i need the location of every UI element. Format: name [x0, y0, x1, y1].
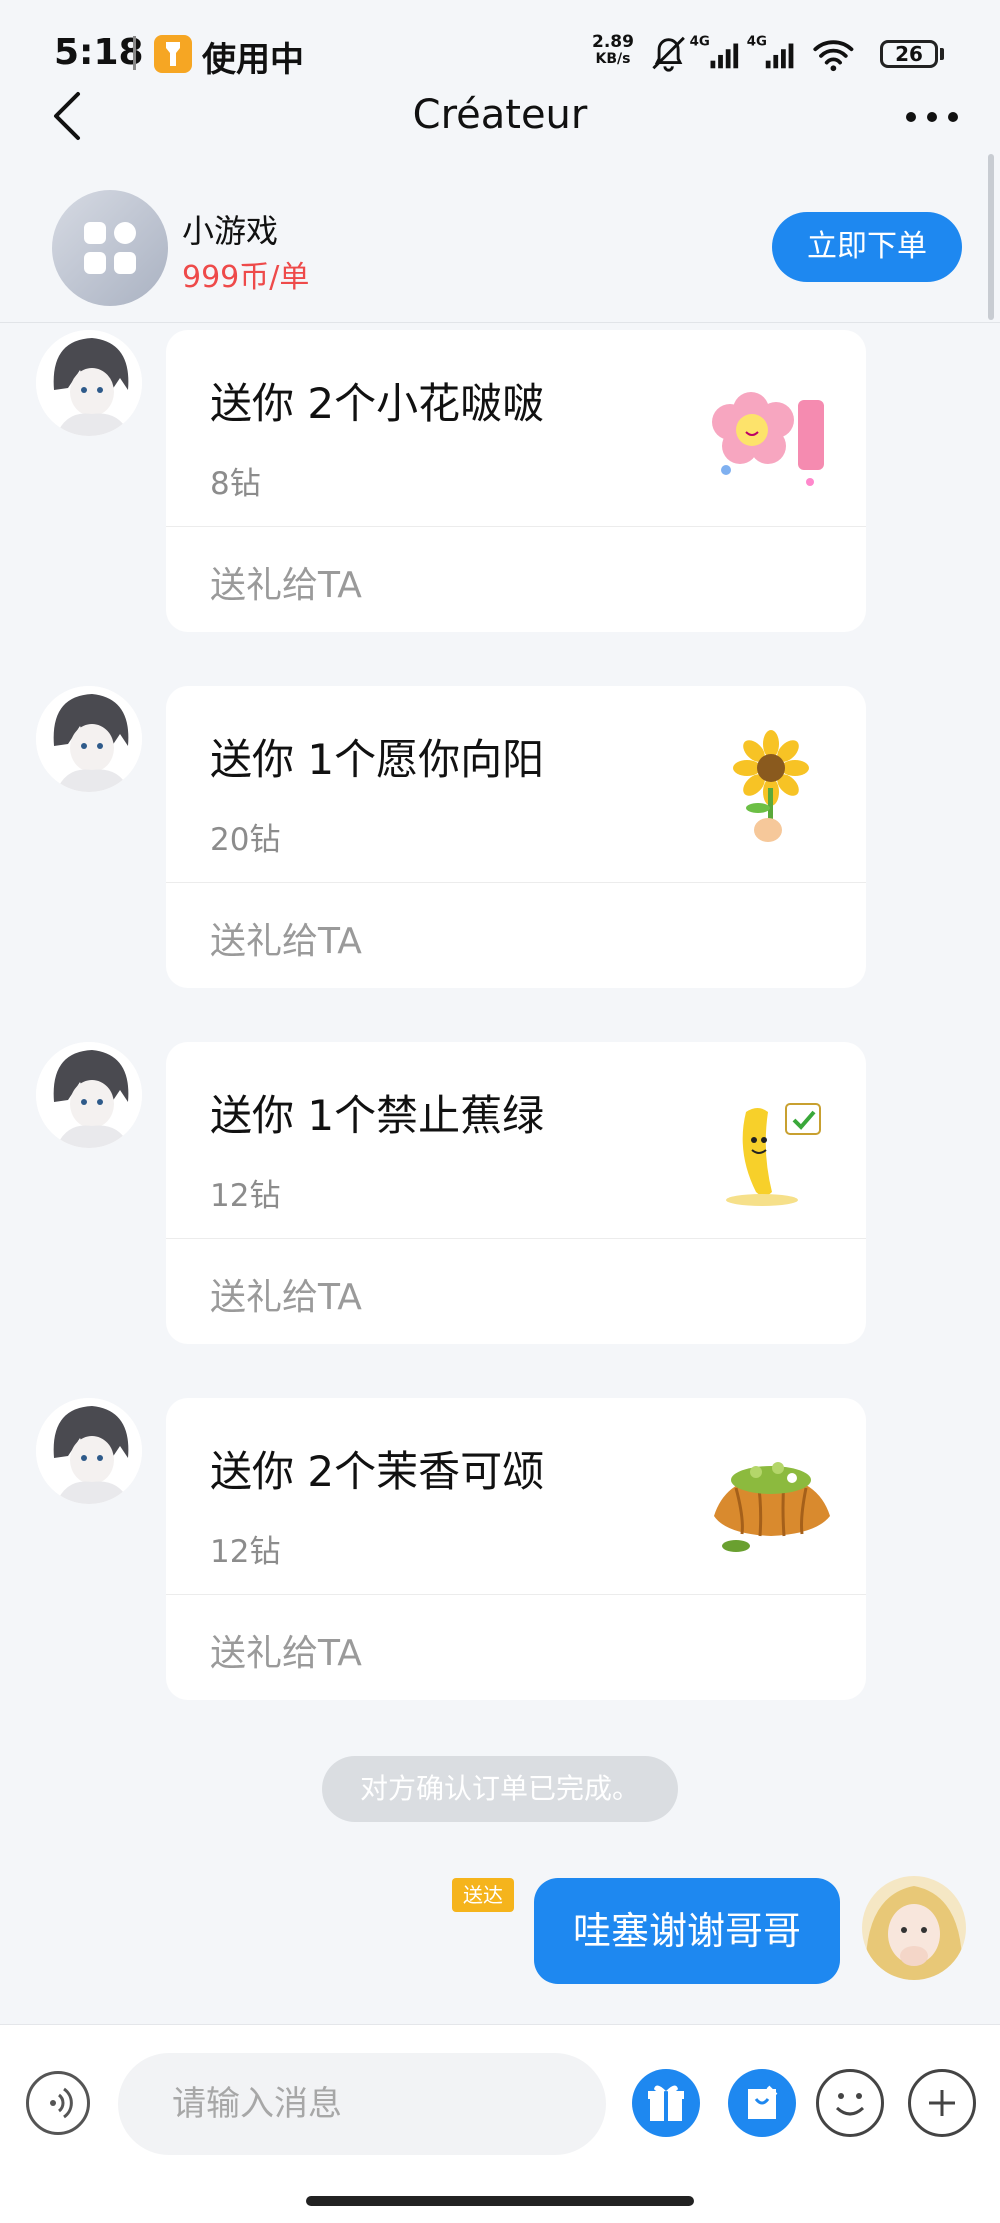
divider — [166, 882, 866, 883]
gift-button[interactable] — [632, 2069, 700, 2137]
send-gift-link[interactable]: 送礼给TA — [210, 1624, 362, 1676]
order-card-button[interactable] — [728, 2069, 796, 2137]
gift-price: 20钻 — [210, 822, 281, 858]
cellular-signal-icon-1 — [710, 43, 739, 69]
more-dot — [948, 112, 958, 122]
divider — [166, 526, 866, 527]
game-category-icon — [52, 190, 168, 306]
gift-box-icon — [648, 2085, 684, 2121]
plus-icon — [929, 2090, 955, 2116]
shopping-bag-icon — [748, 2085, 778, 2119]
gift-message-card[interactable]: 送你 2个小花啵啵 8钻 送礼给TA — [166, 330, 866, 632]
scrollbar[interactable] — [988, 154, 994, 320]
anime-boy-avatar-icon — [36, 1042, 142, 1148]
status-app-in-use: 使用中 — [202, 40, 304, 80]
home-indicator[interactable] — [306, 2196, 694, 2206]
sound-wave-icon — [50, 2087, 73, 2119]
system-note-order-completed: 对方确认订单已完成。 — [322, 1756, 678, 1822]
more-actions-button[interactable] — [908, 2069, 976, 2137]
sender-avatar[interactable] — [36, 330, 142, 436]
status-icons: 4G 4G — [652, 34, 854, 72]
input-bar — [0, 2024, 1000, 2223]
signal-label-1: 4G — [690, 34, 710, 49]
gift-message-card[interactable]: 送你 1个愿你向阳 20钻 送礼给TA — [166, 686, 866, 988]
smile-emoji-icon — [835, 2093, 865, 2116]
emoji-button[interactable] — [816, 2069, 884, 2137]
gift-message-card[interactable]: 送你 1个禁止蕉绿 12钻 送礼给TA — [166, 1042, 866, 1344]
gift-title: 送你 1个愿你向阳 — [210, 735, 545, 784]
wifi-icon — [813, 40, 854, 65]
my-avatar[interactable] — [862, 1876, 966, 1980]
status-separator — [133, 36, 136, 70]
gift-title: 送你 1个禁止蕉绿 — [210, 1091, 545, 1140]
send-gift-link[interactable]: 送礼给TA — [210, 556, 362, 608]
sender-avatar[interactable] — [36, 686, 142, 792]
sender-avatar[interactable] — [36, 1398, 142, 1504]
network-speed: 2.89 KB/s — [588, 34, 638, 68]
anime-boy-avatar-icon — [36, 686, 142, 792]
gift-price: 8钻 — [210, 466, 261, 502]
divider — [166, 1238, 866, 1239]
flashlight-icon — [154, 35, 192, 73]
my-message-bubble[interactable]: 哇塞谢谢哥哥 — [534, 1878, 840, 1984]
network-speed-unit: KB/s — [595, 51, 631, 67]
game-price: 999币/单 — [182, 260, 310, 295]
mute-bell-icon — [652, 36, 685, 72]
message-input[interactable] — [118, 2053, 606, 2155]
anime-boy-avatar-icon — [36, 330, 142, 436]
blonde-girl-avatar-icon — [862, 1876, 966, 1980]
order-now-button[interactable]: 立即下单 — [772, 212, 962, 282]
network-speed-value: 2.89 — [592, 32, 634, 52]
gift-title: 送你 2个茉香可颂 — [210, 1447, 545, 1496]
battery-level: 26 — [895, 42, 923, 66]
anime-boy-avatar-icon — [36, 1398, 142, 1504]
delivered-tag: 送达 — [452, 1878, 514, 1912]
banana-gift-icon — [726, 1103, 821, 1206]
sender-avatar[interactable] — [36, 1042, 142, 1148]
croissant-gift-icon — [714, 1462, 830, 1552]
send-gift-link[interactable]: 送礼给TA — [210, 1268, 362, 1320]
send-gift-link[interactable]: 送礼给TA — [210, 912, 362, 964]
voice-input-button[interactable] — [26, 2071, 90, 2135]
gift-message-card[interactable]: 送你 2个茉香可颂 12钻 送礼给TA — [166, 1398, 866, 1700]
status-time: 5:18 — [54, 32, 144, 73]
sunflower-gift-icon — [733, 730, 809, 842]
signal-label-2: 4G — [747, 34, 767, 49]
more-dot — [927, 112, 937, 122]
gift-price: 12钻 — [210, 1534, 281, 1570]
cellular-signal-icon-2 — [765, 43, 794, 69]
divider — [166, 1594, 866, 1595]
order-header: 小游戏 999币/单 立即下单 — [0, 176, 1000, 323]
battery-nub — [940, 48, 944, 60]
page-title: Créateur — [412, 92, 588, 138]
gift-title: 送你 2个小花啵啵 — [210, 379, 545, 428]
pink-flower-gift-icon — [712, 392, 824, 486]
gift-price: 12钻 — [210, 1178, 281, 1214]
game-name: 小游戏 — [182, 212, 279, 250]
more-options-button[interactable] — [900, 104, 964, 128]
more-dot — [906, 112, 916, 122]
